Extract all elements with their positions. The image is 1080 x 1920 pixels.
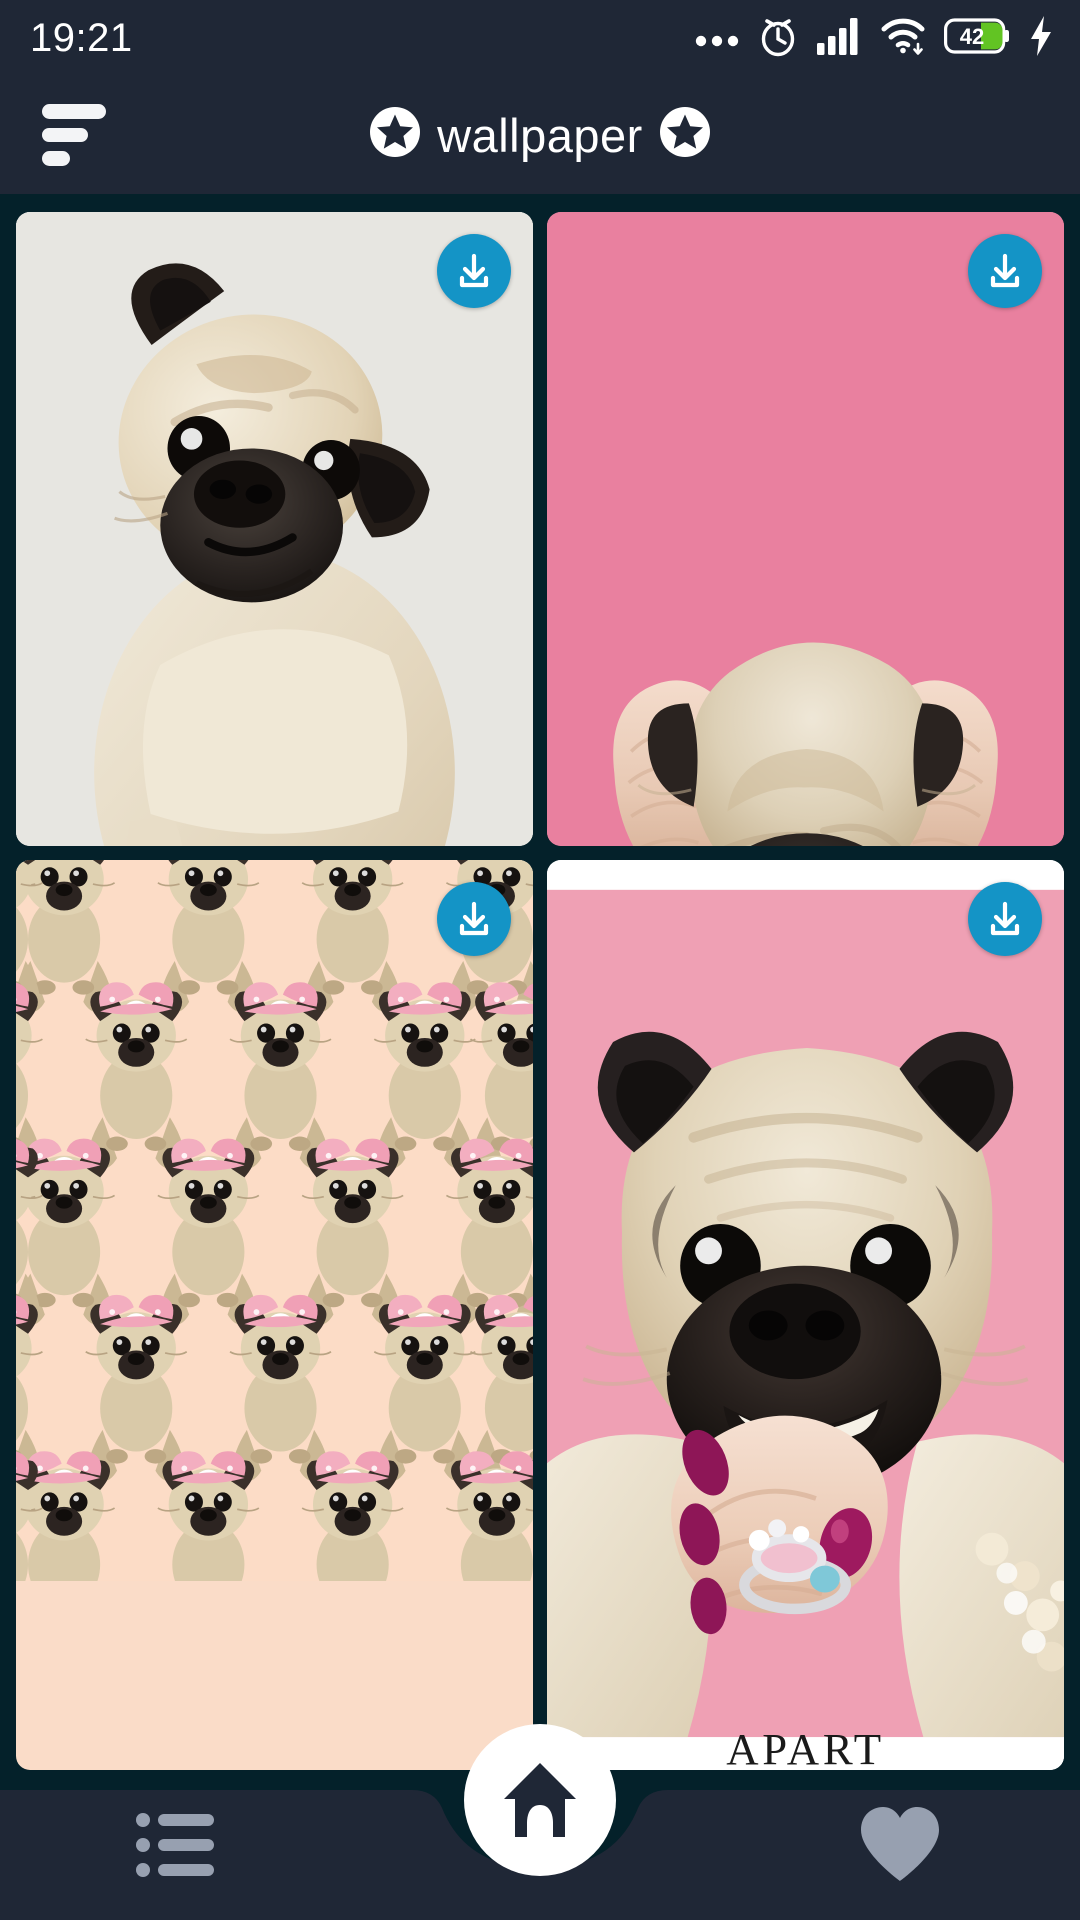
star-badge-left-icon [368,105,422,166]
download-icon [990,253,1020,288]
battery-icon: 42 [944,17,1010,59]
star-badge-right-icon [658,105,712,166]
signal-bars-icon [816,16,862,61]
download-button[interactable] [968,234,1042,308]
nav-item-home[interactable] [464,1724,616,1876]
menu-bar-3 [42,151,70,167]
download-button[interactable] [968,882,1042,956]
menu-bar-1 [42,104,106,119]
wallpaper-card[interactable] [16,860,533,1770]
pink-squeezed-pug-image [547,212,1064,846]
studio-pug-image [16,212,533,846]
app-header: wallpaper [0,76,1080,194]
page-title: wallpaper [0,105,1080,166]
status-icons-group: 42 [694,14,1054,63]
nav-item-favorites[interactable] [720,1770,1080,1920]
wallpaper-grid: APART [0,194,1080,1770]
apart-jewellery-pug-image: APART [547,860,1064,1770]
battery-level-text: 42 [960,24,984,49]
filter-menu-icon[interactable] [42,104,114,167]
alarm-clock-icon [758,14,798,63]
download-icon [990,901,1020,936]
bottom-navigation-bar [0,1724,1080,1920]
download-button[interactable] [437,882,511,956]
wifi-icon [880,16,926,61]
wallpaper-card[interactable] [16,212,533,846]
list-icon [136,1813,214,1877]
card-caption-apart: APART [726,1724,885,1770]
heart-icon [861,1807,939,1881]
status-time: 19:21 [30,16,133,60]
charging-bolt-icon [1028,15,1054,62]
nav-item-categories[interactable] [0,1770,360,1920]
pug-bow-pattern-image [16,860,533,1582]
menu-bar-2 [42,127,88,143]
more-dots-icon [694,23,740,54]
wallpaper-card[interactable]: APART [547,860,1064,1770]
download-icon [459,901,489,936]
download-button[interactable] [437,234,511,308]
status-bar: 19:21 42 [0,0,1080,76]
download-icon [459,253,489,288]
wallpaper-card[interactable] [547,212,1064,846]
home-icon [504,1763,576,1837]
page-title-text: wallpaper [437,108,643,162]
